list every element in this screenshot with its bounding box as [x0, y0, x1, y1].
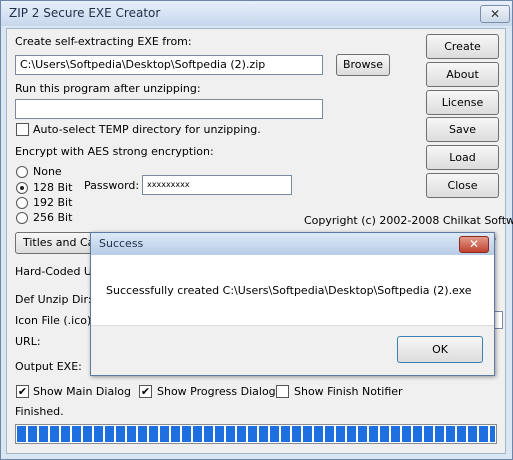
check-icon: ✔ — [17, 385, 28, 398]
radio-none[interactable] — [16, 166, 28, 178]
window-close-button[interactable]: ✕ — [480, 5, 510, 23]
radio-256-bit-label: 256 Bit — [33, 211, 73, 224]
progress-bar — [15, 424, 497, 444]
show-main-dialog-checkbox[interactable]: ✔ — [16, 385, 29, 398]
window-title: ZIP 2 Secure EXE Creator — [9, 6, 161, 20]
browse-button[interactable]: Browse — [336, 54, 390, 76]
show-main-dialog-label: Show Main Dialog — [33, 385, 131, 398]
run-after-input[interactable] — [15, 99, 323, 119]
create-exe-label: Create self-extracting EXE from: — [15, 35, 192, 48]
icon-file-label: Icon File (.ico): — [15, 314, 96, 327]
radio-192-bit-label: 192 Bit — [33, 196, 73, 209]
title-bar: ZIP 2 Secure EXE Creator ✕ — [1, 1, 512, 26]
source-zip-input[interactable]: C:\Users\Softpedia\Desktop\Softpedia (2)… — [15, 55, 323, 75]
copyright-text: Copyright (c) 2002-2008 Chilkat Software… — [304, 214, 513, 227]
check-icon: ✔ — [140, 385, 151, 398]
radio-none-label: None — [33, 165, 62, 178]
url-label: URL: — [15, 335, 41, 348]
radio-256-bit[interactable] — [16, 212, 28, 224]
load-settings-button[interactable]: Load Settings — [426, 145, 499, 188]
run-after-label: Run this program after unzipping: — [15, 82, 201, 95]
dialog-close-button[interactable]: ✕ — [459, 236, 489, 253]
output-exe-label: Output EXE: — [15, 360, 82, 373]
create-button[interactable]: Create — [426, 34, 499, 59]
license-button[interactable]: License — [426, 90, 499, 115]
auto-temp-checkbox[interactable] — [16, 123, 29, 136]
radio-128-bit-label: 128 Bit — [33, 181, 73, 194]
close-icon: ✕ — [489, 7, 501, 21]
def-unzip-dir-label: Def Unzip Dir: — [15, 293, 92, 306]
password-input[interactable]: xxxxxxxxx — [142, 175, 292, 195]
dialog-body: Successfully created C:\Users\Softpedia\… — [91, 255, 494, 325]
dialog-message: Successfully created C:\Users\Softpedia\… — [106, 284, 472, 297]
ok-button[interactable]: OK — [397, 336, 483, 363]
close-icon: ✕ — [468, 237, 480, 251]
show-finish-notifier-checkbox[interactable] — [276, 385, 289, 398]
main-window: ZIP 2 Secure EXE Creator ✕ Create self-e… — [0, 0, 513, 460]
dialog-title: Success — [99, 237, 144, 250]
show-progress-dialog-checkbox[interactable]: ✔ — [139, 385, 152, 398]
success-dialog: Success ✕ Successfully created C:\Users\… — [90, 232, 495, 376]
dialog-title-bar: Success ✕ — [91, 233, 494, 255]
about-button[interactable]: About — [426, 62, 499, 87]
password-label: Password: — [84, 179, 140, 192]
dialog-footer: OK — [91, 325, 494, 375]
radio-128-bit[interactable] — [16, 182, 28, 194]
progress-fill — [17, 426, 495, 442]
auto-temp-label: Auto-select TEMP directory for unzipping… — [33, 123, 261, 136]
show-progress-dialog-label: Show Progress Dialog — [157, 385, 276, 398]
radio-192-bit[interactable] — [16, 197, 28, 209]
save-settings-button[interactable]: Save Settings — [426, 117, 499, 160]
encrypt-label: Encrypt with AES strong encryption: — [15, 145, 214, 158]
status-text: Finished. — [15, 405, 64, 418]
close-button[interactable]: Close — [426, 173, 499, 198]
show-finish-notifier-label: Show Finish Notifier — [294, 385, 403, 398]
